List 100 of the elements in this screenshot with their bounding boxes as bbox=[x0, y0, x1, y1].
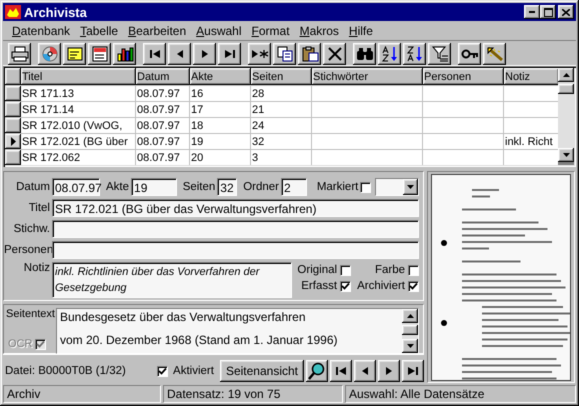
wand-button[interactable] bbox=[483, 43, 506, 65]
dropdown[interactable] bbox=[375, 178, 419, 196]
disc-button[interactable] bbox=[38, 43, 61, 65]
text-field[interactable]: 19 bbox=[131, 178, 177, 196]
chart-icon bbox=[116, 46, 134, 62]
text-field[interactable]: 2 bbox=[280, 178, 307, 196]
app-icon bbox=[5, 5, 21, 19]
table-cell: inkl. Richt bbox=[505, 136, 553, 148]
row-selector[interactable] bbox=[5, 150, 21, 165]
scroll-thumb[interactable] bbox=[402, 325, 418, 336]
text-field[interactable]: 32 bbox=[217, 178, 238, 196]
zoom-button[interactable] bbox=[306, 360, 328, 382]
row-selector[interactable] bbox=[5, 134, 21, 149]
print-button[interactable] bbox=[8, 43, 31, 65]
table-cell: 18 bbox=[191, 120, 204, 132]
column-header[interactable]: Notiz bbox=[504, 68, 558, 85]
table-cell: 17 bbox=[191, 104, 204, 116]
next-page-button[interactable] bbox=[378, 360, 400, 382]
previous-record-button[interactable] bbox=[168, 43, 191, 65]
menu-item[interactable]: Bearbeiten bbox=[123, 24, 192, 38]
triangle-left-icon bbox=[176, 50, 182, 58]
column-header[interactable]: Akte bbox=[190, 68, 251, 85]
row-pointer-icon bbox=[10, 137, 16, 146]
binoculars-icon bbox=[356, 46, 374, 62]
maximize-button[interactable] bbox=[540, 5, 556, 19]
caret-down-icon bbox=[407, 185, 414, 189]
row-selector[interactable] bbox=[5, 102, 21, 117]
file-info: Datei: B0000T0B (1/32) bbox=[5, 365, 126, 378]
checkbox-label: Aktiviert bbox=[173, 365, 214, 378]
note-icon bbox=[66, 46, 84, 62]
memo-button[interactable] bbox=[88, 43, 111, 65]
menu-item[interactable]: Datenbank bbox=[7, 24, 76, 38]
table-cell: SR 172.062 bbox=[22, 152, 80, 164]
page-text-field[interactable]: Bundesgesetz über das Verwaltungsverfahren vom 20. Dezember 1968 (Stand am 1. Januar 1996) bbox=[56, 308, 419, 354]
text-field[interactable]: 08.07.97 bbox=[52, 178, 100, 196]
checkbox-label: Erfasst bbox=[301, 280, 338, 292]
paste-button[interactable] bbox=[298, 43, 321, 65]
table-cell: 08.07.97 bbox=[137, 104, 180, 116]
close-button[interactable] bbox=[558, 5, 574, 19]
vertical-scrollbar[interactable] bbox=[558, 68, 574, 162]
triangle-right-icon bbox=[202, 50, 208, 58]
column-header[interactable]: Stichwörter bbox=[312, 68, 423, 85]
field-label: Personen bbox=[4, 244, 50, 256]
chart-button[interactable] bbox=[113, 43, 136, 65]
menu-item[interactable]: Format bbox=[246, 24, 295, 38]
disc-icon bbox=[40, 46, 58, 62]
new-record-button[interactable] bbox=[248, 43, 271, 65]
vertical-scrollbar[interactable] bbox=[402, 309, 418, 354]
scroll-thumb[interactable] bbox=[558, 84, 574, 94]
column-header[interactable]: Titel bbox=[21, 68, 136, 85]
delete-button[interactable] bbox=[323, 43, 346, 65]
key-button[interactable] bbox=[458, 43, 481, 65]
column-header[interactable]: Seiten bbox=[251, 68, 312, 85]
row-selector[interactable] bbox=[5, 86, 21, 101]
text-field[interactable]: SR 172.021 (BG über das Verwaltungsverfahren) bbox=[52, 199, 419, 217]
first-record-button[interactable] bbox=[143, 43, 166, 65]
checkbox[interactable] bbox=[340, 280, 352, 292]
checkbox[interactable] bbox=[157, 366, 168, 377]
wand-icon bbox=[486, 46, 504, 62]
page-view-button[interactable]: Seitenansicht bbox=[220, 360, 304, 382]
text-field[interactable] bbox=[52, 241, 419, 259]
table-cell: 08.07.97 bbox=[137, 136, 180, 148]
window-title: Archivista bbox=[24, 4, 87, 20]
next-record-button[interactable] bbox=[193, 43, 216, 65]
menu-item[interactable]: Auswahl bbox=[191, 24, 247, 38]
checkbox[interactable] bbox=[408, 280, 419, 292]
row-selector[interactable] bbox=[5, 118, 21, 133]
checkbox[interactable] bbox=[340, 264, 352, 276]
find-button[interactable] bbox=[353, 43, 376, 65]
copy-icon bbox=[276, 46, 294, 62]
sort-ascending-icon bbox=[380, 46, 398, 62]
minimize-button[interactable] bbox=[524, 5, 540, 19]
filter-button[interactable] bbox=[428, 43, 451, 65]
table-cell: 08.07.97 bbox=[137, 88, 180, 100]
last-record-button[interactable] bbox=[218, 43, 241, 65]
previous-page-button[interactable] bbox=[354, 360, 376, 382]
field-label: Datum bbox=[15, 181, 50, 193]
note-field[interactable]: inkl. Richtlinien über das Vorverfahren der Gesetzgebung bbox=[52, 262, 292, 298]
text-field[interactable] bbox=[52, 220, 419, 238]
magnifier-icon bbox=[308, 362, 326, 380]
field-label: Markiert bbox=[316, 181, 358, 193]
table-cell: 3 bbox=[252, 152, 258, 164]
menu-item[interactable]: Tabelle bbox=[75, 24, 124, 38]
menu-item[interactable]: Hilfe bbox=[344, 24, 378, 38]
table-cell: 16 bbox=[191, 88, 204, 100]
minimize-icon bbox=[529, 11, 535, 13]
first-page-button[interactable] bbox=[330, 360, 352, 382]
checkbox[interactable] bbox=[360, 182, 372, 192]
copy-button[interactable] bbox=[273, 43, 296, 65]
sort-ascending-button[interactable] bbox=[378, 43, 401, 65]
sort-descending-button[interactable] bbox=[403, 43, 426, 65]
checkbox[interactable] bbox=[408, 264, 419, 276]
status-panel: Auswahl: Alle Datensätze bbox=[345, 385, 576, 403]
memo-icon bbox=[90, 46, 108, 62]
column-header[interactable]: Personen bbox=[423, 68, 504, 85]
menu-item[interactable]: Makros bbox=[294, 24, 344, 38]
last-page-button[interactable] bbox=[402, 360, 424, 382]
close-icon bbox=[326, 46, 344, 62]
note-button[interactable] bbox=[63, 43, 86, 65]
column-header[interactable]: Datum bbox=[136, 68, 190, 85]
